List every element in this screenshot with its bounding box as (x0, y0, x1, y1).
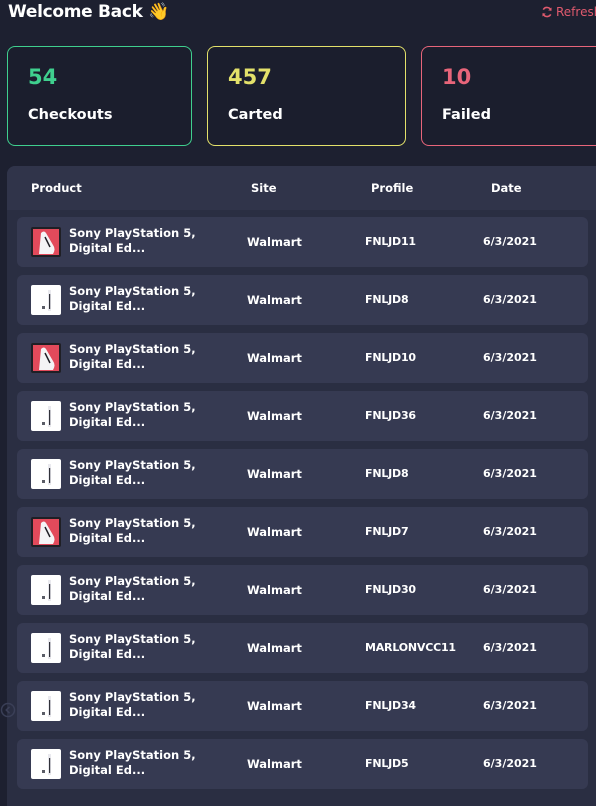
site-cell: Walmart (247, 525, 302, 539)
date-cell: 6/3/2021 (483, 525, 537, 538)
profile-cell: FNLJD8 (365, 467, 409, 480)
column-header-profile[interactable]: Profile (371, 181, 413, 195)
product-thumbnail (31, 343, 61, 373)
site-cell: Walmart (247, 757, 302, 771)
profile-cell: MARLONVCC11 (365, 641, 456, 654)
carted-card: 457 Carted (207, 46, 406, 146)
site-cell: Walmart (247, 293, 302, 307)
date-cell: 6/3/2021 (483, 641, 537, 654)
table-row[interactable]: Sony PlayStation 5, Digital Ed... Walmart… (17, 333, 588, 383)
product-name: Sony PlayStation 5, Digital Ed... (69, 458, 196, 487)
product-name: Sony PlayStation 5, Digital Ed... (69, 284, 196, 313)
chevron-left-icon[interactable] (0, 702, 16, 718)
page-title: Welcome Back 👋 (8, 2, 170, 22)
column-header-product[interactable]: Product (31, 181, 82, 195)
product-thumbnail (31, 285, 61, 315)
product-name: Sony PlayStation 5, Digital Ed... (69, 690, 196, 719)
header: Welcome Back 👋 Refresh (0, 0, 596, 30)
failed-card: 10 Failed (421, 46, 596, 146)
profile-cell: FNLJD8 (365, 293, 409, 306)
table-row[interactable]: Sony PlayStation 5, Digital Ed... Walmart… (17, 449, 588, 499)
date-cell: 6/3/2021 (483, 467, 537, 480)
table-row[interactable]: Sony PlayStation 5, Digital Ed... Walmart… (17, 507, 588, 557)
table-row[interactable]: Sony PlayStation 5, Digital Ed... Walmart… (17, 739, 588, 789)
date-cell: 6/3/2021 (483, 699, 537, 712)
profile-cell: FNLJD34 (365, 699, 416, 712)
product-thumbnail (31, 227, 61, 257)
product-thumbnail (31, 459, 61, 489)
date-cell: 6/3/2021 (483, 235, 537, 248)
product-thumbnail (31, 401, 61, 431)
refresh-button[interactable]: Refresh (541, 5, 596, 19)
column-header-site[interactable]: Site (251, 181, 277, 195)
failed-label: Failed (442, 107, 491, 123)
product-name: Sony PlayStation 5, Digital Ed... (69, 748, 196, 777)
site-cell: Walmart (247, 699, 302, 713)
product-name: Sony PlayStation 5, Digital Ed... (69, 574, 196, 603)
site-cell: Walmart (247, 409, 302, 423)
site-cell: Walmart (247, 583, 302, 597)
date-cell: 6/3/2021 (483, 351, 537, 364)
product-thumbnail (31, 575, 61, 605)
table-row[interactable]: Sony PlayStation 5, Digital Ed... Walmart… (17, 623, 588, 673)
refresh-label: Refresh (556, 5, 596, 19)
profile-cell: FNLJD7 (365, 525, 409, 538)
refresh-icon (541, 6, 553, 18)
product-name: Sony PlayStation 5, Digital Ed... (69, 516, 196, 545)
product-name: Sony PlayStation 5, Digital Ed... (69, 632, 196, 661)
carted-label: Carted (228, 107, 283, 123)
product-thumbnail (31, 749, 61, 779)
product-name: Sony PlayStation 5, Digital Ed... (69, 400, 196, 429)
table-row[interactable]: Sony PlayStation 5, Digital Ed... Walmart… (17, 681, 588, 731)
table-row[interactable]: Sony PlayStation 5, Digital Ed... Walmart… (17, 565, 588, 615)
checkouts-label: Checkouts (28, 107, 113, 123)
product-thumbnail (31, 633, 61, 663)
checkouts-count: 54 (28, 65, 58, 89)
table-header: Product Site Profile Date (7, 166, 596, 210)
date-cell: 6/3/2021 (483, 409, 537, 422)
profile-cell: FNLJD10 (365, 351, 416, 364)
date-cell: 6/3/2021 (483, 757, 537, 770)
table-row[interactable]: Sony PlayStation 5, Digital Ed... Walmart… (17, 391, 588, 441)
site-cell: Walmart (247, 467, 302, 481)
date-cell: 6/3/2021 (483, 293, 537, 306)
product-name: Sony PlayStation 5, Digital Ed... (69, 226, 196, 255)
failed-count: 10 (442, 65, 472, 89)
product-thumbnail (31, 517, 61, 547)
product-name: Sony PlayStation 5, Digital Ed... (69, 342, 196, 371)
site-cell: Walmart (247, 235, 302, 249)
profile-cell: FNLJD5 (365, 757, 409, 770)
date-cell: 6/3/2021 (483, 583, 537, 596)
carted-count: 457 (228, 65, 272, 89)
site-cell: Walmart (247, 641, 302, 655)
profile-cell: FNLJD30 (365, 583, 416, 596)
column-header-date[interactable]: Date (491, 181, 522, 195)
site-cell: Walmart (247, 351, 302, 365)
table-row[interactable]: Sony PlayStation 5, Digital Ed... Walmart… (17, 217, 588, 267)
profile-cell: FNLJD36 (365, 409, 416, 422)
checkouts-card: 54 Checkouts (7, 46, 192, 146)
product-thumbnail (31, 691, 61, 721)
table-row[interactable]: Sony PlayStation 5, Digital Ed... Walmart… (17, 275, 588, 325)
profile-cell: FNLJD11 (365, 235, 416, 248)
